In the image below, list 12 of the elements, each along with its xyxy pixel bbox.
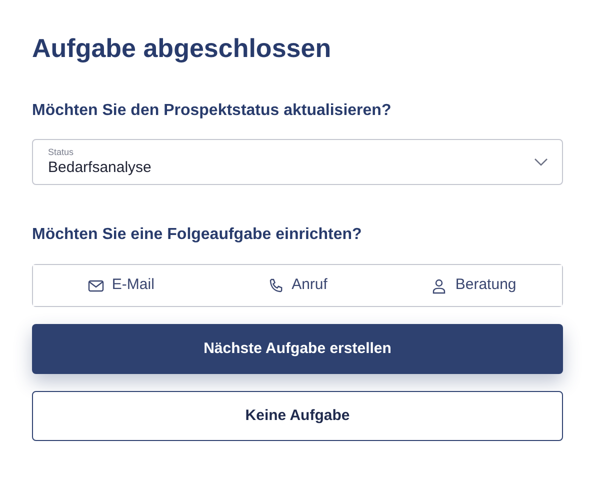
chevron-down-icon [534,158,548,166]
question-text: Möchten Sie den Prospektstatus aktualisieren? [32,101,392,121]
question-text: Möchten Sie eine Folgeaufgabe einrichten? [32,225,362,245]
person-icon [431,278,448,294]
no-task-button[interactable]: Keine Aufgabe [32,391,563,441]
field-value: Bedarfsanalyse [48,158,152,177]
envelope-icon [88,278,104,294]
field-label: Status [48,147,74,158]
phone-icon [268,278,284,294]
status-select[interactable]: Status Bedarfsanalyse [32,139,563,185]
dialog-title: Aufgabe abgeschlossen [32,32,332,64]
create-task-button[interactable]: Nächste Aufgabe erstellen [32,324,563,374]
